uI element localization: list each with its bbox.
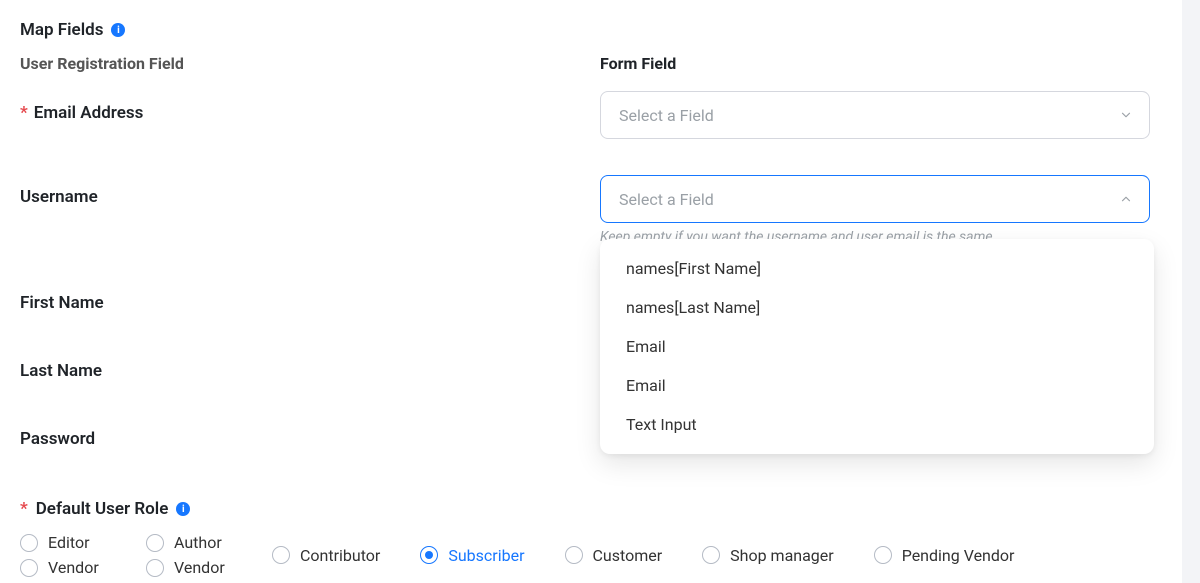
info-icon[interactable]: i bbox=[111, 23, 125, 37]
option-email-1[interactable]: Email bbox=[600, 327, 1154, 366]
label-email-address: Email Address bbox=[34, 103, 144, 123]
radio-customer[interactable]: Customer bbox=[565, 533, 663, 577]
radio-icon bbox=[874, 546, 892, 564]
radio-label: Shop manager bbox=[730, 546, 834, 565]
radio-subscriber[interactable]: Subscriber bbox=[420, 533, 524, 577]
column-header-user-registration: User Registration Field bbox=[20, 54, 580, 73]
select-username-field[interactable]: Select a Field bbox=[600, 175, 1150, 223]
radio-icon bbox=[146, 534, 164, 552]
radio-icon bbox=[20, 534, 38, 552]
radio-shop-manager[interactable]: Shop manager bbox=[702, 533, 834, 577]
radio-icon bbox=[146, 559, 164, 577]
column-header-form-field: Form Field bbox=[600, 54, 1150, 73]
vertical-scrollbar[interactable] bbox=[1182, 0, 1200, 583]
radio-icon bbox=[20, 559, 38, 577]
required-marker: * bbox=[20, 103, 28, 123]
radio-contributor[interactable]: Contributor bbox=[272, 533, 380, 577]
radio-label: Pending Vendor bbox=[902, 546, 1015, 565]
radio-vendor-2[interactable]: Vendor bbox=[146, 558, 232, 577]
label-password: Password bbox=[20, 429, 95, 449]
radio-icon bbox=[272, 546, 290, 564]
required-marker: * bbox=[20, 499, 28, 519]
chevron-up-icon bbox=[1119, 192, 1133, 206]
select-email-field[interactable]: Select a Field bbox=[600, 91, 1150, 139]
label-default-user-role: Default User Role bbox=[36, 499, 169, 519]
option-names-last-name[interactable]: names[Last Name] bbox=[600, 288, 1154, 327]
radio-pending-vendor[interactable]: Pending Vendor bbox=[874, 533, 1015, 577]
radio-label: Vendor bbox=[174, 558, 225, 577]
radio-label: Editor bbox=[48, 533, 89, 552]
radio-label: Vendor bbox=[48, 558, 99, 577]
label-username: Username bbox=[20, 187, 98, 207]
radio-icon bbox=[420, 546, 438, 564]
radio-label: Subscriber bbox=[448, 546, 524, 565]
info-icon[interactable]: i bbox=[176, 502, 190, 516]
radio-editor[interactable]: Editor bbox=[20, 533, 106, 552]
radio-label: Customer bbox=[593, 546, 663, 565]
option-text-input[interactable]: Text Input bbox=[600, 405, 1154, 444]
radio-icon bbox=[565, 546, 583, 564]
radio-author[interactable]: Author bbox=[146, 533, 232, 552]
radio-vendor-1[interactable]: Vendor bbox=[20, 558, 106, 577]
radio-label: Contributor bbox=[300, 546, 380, 565]
section-title: Map Fields bbox=[20, 20, 103, 40]
radio-label: Author bbox=[174, 533, 222, 552]
role-radio-group: Editor Vendor Author Vendor Contributor … bbox=[20, 533, 1120, 577]
select-placeholder: Select a Field bbox=[619, 190, 714, 209]
radio-icon bbox=[702, 546, 720, 564]
option-email-2[interactable]: Email bbox=[600, 366, 1154, 405]
label-last-name: Last Name bbox=[20, 361, 102, 381]
dropdown-username-options: names[First Name] names[Last Name] Email… bbox=[600, 239, 1154, 454]
label-first-name: First Name bbox=[20, 293, 104, 313]
option-names-first-name[interactable]: names[First Name] bbox=[600, 249, 1154, 288]
chevron-down-icon bbox=[1119, 108, 1133, 122]
select-placeholder: Select a Field bbox=[619, 106, 714, 125]
